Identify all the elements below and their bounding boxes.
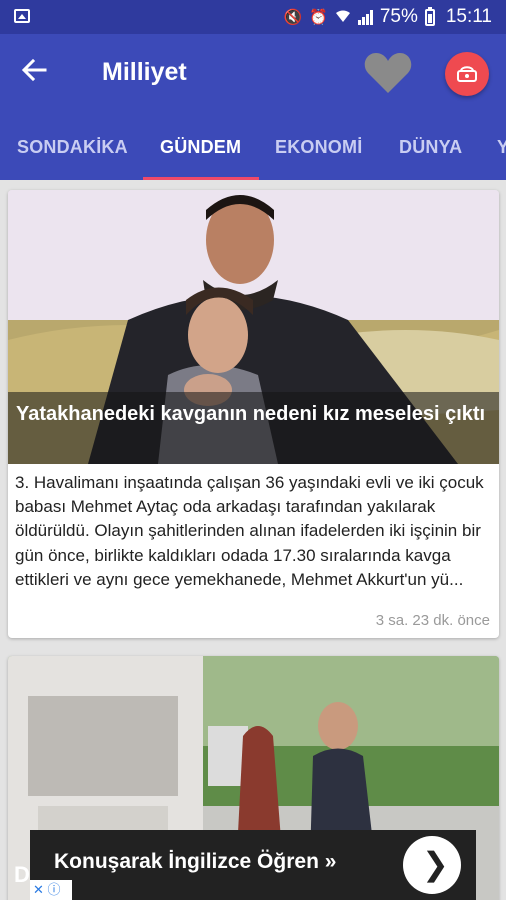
article-headline[interactable]: Yatakhanedeki kavganın nedeni kız mesele… — [16, 401, 486, 428]
ad-text[interactable]: Konuşarak İngilizce Öğren » — [54, 850, 336, 874]
status-icons: 🔇 ⏰ 75% 15:11 — [283, 6, 492, 28]
ad-open-button[interactable]: ❯ — [403, 836, 461, 894]
chevron-right-icon: ❯ — [422, 846, 449, 882]
status-bar: 🔇 ⏰ 75% 15:11 — [0, 0, 506, 34]
ad-container[interactable]: Konuşarak İngilizce Öğren » ❯ — [30, 830, 476, 900]
alarm-icon: ⏰ — [309, 8, 328, 26]
tab-sondakika[interactable]: SONDAKİKA — [17, 137, 128, 158]
back-button[interactable] — [20, 56, 50, 86]
news-card[interactable]: Yatakhanedeki kavganın nedeni kız mesele… — [8, 190, 499, 638]
mute-icon: 🔇 — [283, 8, 303, 26]
arrow-left-icon — [21, 58, 47, 82]
wifi-icon — [335, 8, 351, 27]
article-summary: 3. Havalimanı inşaatında çalışan 36 yaşı… — [15, 473, 484, 589]
battery-charging-icon — [424, 6, 435, 26]
article-time: 3 sa. 23 dk. önce — [375, 612, 490, 629]
ad-banner[interactable]: Konuşarak İngilizce Öğren » ❯ — [0, 830, 506, 900]
tab-ekonomi[interactable]: EKONOMİ — [275, 137, 362, 158]
gallery-icon — [14, 9, 30, 23]
tab-next[interactable]: Y — [497, 137, 506, 158]
app-bar: Milliyet — [0, 34, 506, 116]
adchoices-icon[interactable]: ✕ ⓘ — [30, 880, 72, 900]
network-icon — [457, 66, 477, 82]
category-tabs: SONDAKİKA GÜNDEM EKONOMİ DÜNYA Y — [0, 116, 506, 180]
heart-icon — [364, 53, 412, 93]
share-button[interactable] — [445, 52, 489, 96]
news-feed[interactable]: Yatakhanedeki kavganın nedeni kız mesele… — [0, 180, 506, 900]
tab-dunya[interactable]: DÜNYA — [399, 137, 462, 158]
clock: 15:11 — [445, 6, 492, 27]
signal-icon — [357, 9, 373, 25]
page-title: Milliyet — [102, 58, 187, 86]
tab-gundem[interactable]: GÜNDEM — [160, 137, 241, 158]
battery-percent: 75% — [379, 6, 418, 27]
favorite-button[interactable] — [363, 51, 413, 95]
